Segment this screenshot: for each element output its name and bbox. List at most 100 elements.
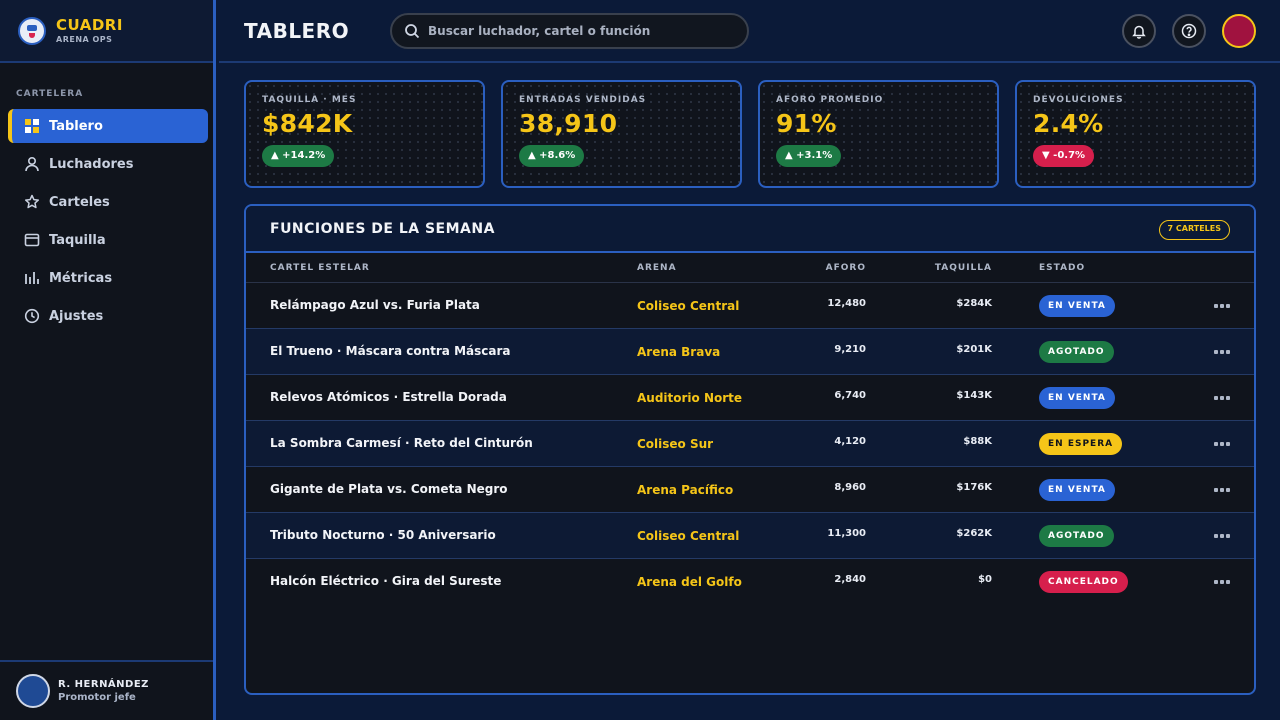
table-row[interactable]: La Sombra Carmesí · Reto del Cinturón Co… (246, 421, 1254, 467)
status-badge: AGOTADO (1039, 341, 1114, 363)
kpi-card-taquilla: TAQUILLA · MES $842K ▲ +14.2% (244, 80, 485, 188)
cell-cartel: Relevos Atómicos · Estrella Dorada (270, 390, 507, 404)
notifications-button[interactable] (1122, 14, 1156, 48)
kpi-card-devoluciones: DEVOLUCIONES 2.4% ▼ -0.7% (1015, 80, 1256, 188)
more-options-icon[interactable] (1214, 396, 1230, 401)
sidebar-item-label: Carteles (49, 194, 110, 210)
table-header: CARTEL ESTELAR ARENA AFORO TAQUILLA ESTA… (246, 253, 1254, 283)
table-row[interactable]: Relámpago Azul vs. Furia Plata Coliseo C… (246, 283, 1254, 329)
bar-chart-icon (24, 270, 40, 286)
more-options-icon[interactable] (1214, 442, 1230, 447)
weekly-shows-panel: FUNCIONES DE LA SEMANA 7 CARTELES CARTEL… (244, 204, 1256, 695)
top-header: TABLERO (219, 0, 1280, 63)
cell-arena[interactable]: Coliseo Central (637, 529, 739, 543)
cell-arena[interactable]: Arena del Golfo (637, 575, 742, 589)
user-icon (24, 156, 40, 172)
table-row[interactable]: Gigante de Plata vs. Cometa Negro Arena … (246, 467, 1254, 513)
sidebar-item-label: Métricas (49, 270, 113, 286)
table-row[interactable]: Relevos Atómicos · Estrella Dorada Audit… (246, 375, 1254, 421)
cell-cartel: La Sombra Carmesí · Reto del Cinturón (270, 436, 533, 450)
brand-subtitle: ARENA OPS (56, 34, 113, 44)
sidebar-nav: Tablero Luchadores Carteles Taquilla Mét… (8, 109, 208, 337)
more-options-icon[interactable] (1214, 580, 1230, 585)
column-header-arena[interactable]: ARENA (637, 263, 677, 273)
kpi-label: ENTRADAS VENDIDAS (519, 95, 647, 105)
kpi-value: 2.4% (1033, 109, 1104, 138)
cell-aforo: 12,480 (827, 298, 866, 309)
brand[interactable]: CUADRI ARENA OPS (0, 0, 213, 63)
sidebar-item-luchadores[interactable]: Luchadores (8, 147, 208, 181)
account-avatar[interactable] (1222, 14, 1256, 48)
sidebar-item-carteles[interactable]: Carteles (8, 185, 208, 219)
kpi-card-aforo: AFORO PROMEDIO 91% ▲ +3.1% (758, 80, 999, 188)
status-badge: AGOTADO (1039, 525, 1114, 547)
column-header-taquilla[interactable]: TAQUILLA (935, 263, 992, 273)
kpi-value: $842K (262, 109, 353, 138)
kpi-delta-badge: ▲ +14.2% (262, 145, 335, 167)
panel-header: FUNCIONES DE LA SEMANA 7 CARTELES (246, 206, 1254, 253)
table-row[interactable]: El Trueno · Máscara contra Máscara Arena… (246, 329, 1254, 375)
cell-taquilla: $143K (956, 390, 992, 401)
bell-icon (1132, 25, 1146, 39)
cell-taquilla: $262K (956, 528, 992, 539)
more-options-icon[interactable] (1214, 304, 1230, 309)
help-button[interactable] (1172, 14, 1206, 48)
mask-logo-icon (18, 16, 46, 45)
brand-name: CUADRI (56, 15, 123, 34)
kpi-delta-badge: ▲ +8.6% (519, 145, 585, 167)
search-input[interactable] (428, 24, 728, 38)
sidebar-item-ajustes[interactable]: Ajustes (8, 299, 208, 333)
cell-taquilla: $0 (978, 574, 992, 585)
status-badge: EN VENTA (1039, 295, 1115, 317)
user-profile[interactable]: R. HERNÁNDEZ Promotor jefe (0, 660, 213, 720)
nav-section-label: CARTELERA (16, 89, 84, 99)
dashboard-icon (24, 118, 40, 134)
status-badge: EN VENTA (1039, 387, 1115, 409)
cell-arena[interactable]: Arena Brava (637, 345, 720, 359)
sidebar-item-taquilla[interactable]: Taquilla (8, 223, 208, 257)
search-bar[interactable] (390, 13, 749, 49)
table-row[interactable]: Tributo Nocturno · 50 Aniversario Colise… (246, 513, 1254, 559)
cell-arena[interactable]: Coliseo Central (637, 299, 739, 313)
sidebar: CUADRI ARENA OPS CARTELERA Tablero Lucha… (0, 0, 216, 720)
kpi-value: 91% (776, 109, 837, 138)
status-badge: EN ESPERA (1039, 433, 1123, 455)
kpi-value: 38,910 (519, 109, 618, 138)
kpi-label: DEVOLUCIONES (1033, 95, 1124, 105)
column-header-cartel[interactable]: CARTEL ESTELAR (270, 263, 370, 273)
cell-cartel: Tributo Nocturno · 50 Aniversario (270, 528, 496, 542)
cell-arena[interactable]: Arena Pacífico (637, 483, 733, 497)
cell-taquilla: $88K (963, 436, 992, 447)
user-role: Promotor jefe (58, 692, 136, 703)
cell-arena[interactable]: Auditorio Norte (637, 391, 742, 405)
panel-title: FUNCIONES DE LA SEMANA (270, 221, 495, 237)
cell-aforo: 11,300 (827, 528, 866, 539)
clock-icon (24, 308, 40, 324)
kpi-label: TAQUILLA · MES (262, 95, 357, 105)
avatar (16, 674, 50, 708)
column-header-aforo[interactable]: AFORO (826, 263, 866, 273)
cell-aforo: 6,740 (834, 390, 866, 401)
sidebar-item-metricas[interactable]: Métricas (8, 261, 208, 295)
status-badge: CANCELADO (1039, 571, 1128, 593)
more-options-icon[interactable] (1214, 350, 1230, 355)
table-row[interactable]: Halcón Eléctrico · Gira del Sureste Aren… (246, 559, 1254, 605)
more-options-icon[interactable] (1214, 488, 1230, 493)
column-header-estado[interactable]: ESTADO (1039, 263, 1085, 273)
more-options-icon[interactable] (1214, 534, 1230, 539)
cell-aforo: 2,840 (834, 574, 866, 585)
page-title: TABLERO (244, 19, 350, 43)
kpi-delta-badge: ▼ -0.7% (1033, 145, 1095, 167)
cell-cartel: El Trueno · Máscara contra Máscara (270, 344, 511, 358)
cell-cartel: Relámpago Azul vs. Furia Plata (270, 298, 480, 312)
kpi-label: AFORO PROMEDIO (776, 95, 884, 105)
cell-aforo: 4,120 (834, 436, 866, 447)
search-icon (405, 24, 420, 39)
cell-aforo: 8,960 (834, 482, 866, 493)
sidebar-item-tablero[interactable]: Tablero (8, 109, 208, 143)
cell-arena[interactable]: Coliseo Sur (637, 437, 713, 451)
count-pill: 7 CARTELES (1158, 220, 1230, 240)
cell-taquilla: $201K (956, 344, 992, 355)
kpi-card-entradas: ENTRADAS VENDIDAS 38,910 ▲ +8.6% (501, 80, 742, 188)
status-badge: EN VENTA (1039, 479, 1115, 501)
